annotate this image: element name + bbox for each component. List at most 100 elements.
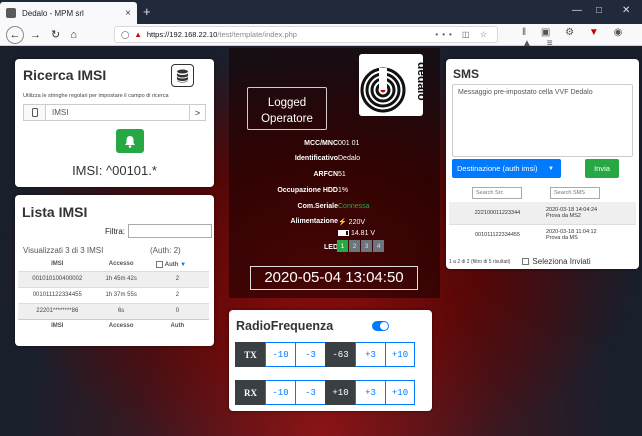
sms-message-textarea[interactable]: Messaggio pre-impostato cella VVF Dedalo — [452, 84, 633, 157]
led-2[interactable]: 2 — [349, 240, 360, 252]
cell-auth: 2 — [145, 270, 209, 287]
search-sms-input[interactable] — [550, 187, 600, 199]
datetime-display: 2020-05-04 13:04:50 — [250, 266, 418, 290]
close-tab-icon[interactable]: × — [125, 8, 131, 19]
page-actions-icon[interactable]: ••• — [435, 30, 455, 39]
led-group: 1 2 3 4 — [337, 240, 385, 252]
table-row[interactable]: 001010100400002 1h 45m 42s 2 — [18, 270, 209, 287]
tx-minus3-button[interactable]: -3 — [295, 342, 325, 367]
sms-src: 222100011223344 — [449, 202, 546, 224]
filter-input[interactable] — [128, 224, 212, 238]
led-1[interactable]: 1 — [337, 240, 348, 252]
ricerca-title: Ricerca IMSI — [23, 67, 107, 83]
sms-table: 222100011223344 2020-03-18 14:04:24 Prova… — [449, 202, 636, 246]
maximize-icon[interactable]: □ — [596, 5, 602, 16]
caret-down-icon: ▼ — [548, 165, 554, 172]
home-icon[interactable]: ⌂ — [70, 29, 77, 41]
alert-button[interactable] — [116, 129, 144, 153]
ac-voltage: 220V — [348, 219, 366, 226]
rx-minus10-button[interactable]: -10 — [265, 380, 295, 405]
list-summary: Visualizzati 3 di 3 IMSI — [23, 246, 104, 255]
address-bar[interactable]: ◯ ▲ https://192.168.22.10 /test/template… — [114, 26, 498, 43]
search-go-button[interactable]: > — [190, 104, 206, 121]
led-3[interactable]: 3 — [361, 240, 372, 252]
sidebar-icon[interactable]: ▣ — [541, 27, 556, 38]
sort-icon[interactable]: ▼ — [180, 262, 186, 268]
ricerca-imsi-card: Ricerca IMSI Utilizza le stringhe regola… — [15, 59, 214, 187]
rf-toggle[interactable] — [372, 321, 389, 331]
url-path: /test/template/index.php — [217, 30, 297, 39]
browser-tab[interactable]: Dedalo - MPM srl × — [0, 2, 137, 24]
sms-row[interactable]: 001011122334455 2020-03-18 11:04:12 Prova… — [449, 223, 636, 246]
battery-icon — [338, 230, 349, 236]
table-row[interactable]: 22201********86 6s 0 — [18, 302, 209, 319]
cell-auth: 2 — [145, 286, 209, 303]
sms-title: SMS — [453, 67, 480, 81]
database-button[interactable] — [171, 64, 194, 87]
sms-body: 2020-03-18 11:04:12 Prova da MS — [546, 223, 636, 246]
rx-label: RX — [235, 380, 265, 405]
back-icon[interactable]: ← — [6, 25, 24, 44]
sms-src: 001011122334455 — [449, 223, 546, 246]
menu-icon[interactable]: ≡ — [547, 38, 559, 49]
col-imsi[interactable]: IMSI — [18, 258, 97, 271]
tx-row: TX -10 -3 -63 +3 +10 — [235, 342, 415, 367]
sms-row[interactable]: 222100011223344 2020-03-18 14:04:24 Prova… — [449, 202, 636, 224]
operator-label: Operatore — [261, 113, 313, 125]
rx-minus3-button[interactable]: -3 — [295, 380, 325, 405]
new-tab-button[interactable]: + — [143, 4, 151, 19]
minimize-icon[interactable]: — — [572, 5, 582, 16]
battery-voltage: 14.81 V — [350, 230, 376, 237]
logged-operator-button[interactable]: Logged Operatore — [247, 87, 327, 130]
database-icon — [177, 69, 188, 82]
account-icon[interactable]: ◉ — [614, 27, 629, 38]
led-4[interactable]: 4 — [373, 240, 384, 252]
info-row-mcc: MCC/MNC 001 01 — [304, 140, 360, 147]
radiofrequenza-card: RadioFrequenza TX -10 -3 -63 +3 +10 RX -… — [229, 310, 432, 411]
select-sent-checkbox[interactable] — [522, 258, 530, 265]
url-host: https://192.168.22.10 — [146, 30, 218, 39]
auth-count: (Auth: 2) — [150, 246, 181, 255]
rx-row: RX -10 -3 +10 +3 +10 — [235, 380, 415, 405]
sms-card: SMS Messaggio pre-impostato cella VVF De… — [446, 59, 639, 269]
tab-title: Dedalo - MPM srl — [22, 8, 84, 18]
tx-label: TX — [235, 342, 265, 367]
lista-title: Lista IMSI — [22, 204, 88, 220]
destination-label: Destinazione (auth imsi) — [457, 164, 538, 173]
phone-icon — [23, 104, 45, 121]
forward-icon[interactable]: → — [30, 29, 41, 41]
tx-plus10-button[interactable]: +10 — [385, 342, 415, 367]
rx-current-value: +10 — [325, 380, 355, 405]
cell-imsi: 22201********86 — [18, 302, 97, 319]
extension-icon[interactable]: ⚙ — [565, 27, 580, 38]
pocket-icon[interactable]: ◫ — [462, 30, 474, 39]
favicon-icon — [6, 8, 16, 18]
dedalo-logo: dedalo — [359, 54, 423, 116]
foot-imsi: IMSI — [18, 318, 97, 333]
search-src-input[interactable] — [472, 187, 522, 199]
shield-extension-icon[interactable]: ▼ — [589, 27, 605, 38]
reload-icon[interactable]: ↻ — [51, 28, 60, 41]
lock-warning-icon: ▲ — [134, 30, 142, 39]
close-window-icon[interactable]: ✕ — [622, 5, 630, 16]
send-button[interactable]: Invia — [585, 159, 619, 178]
rx-plus3-button[interactable]: +3 — [355, 380, 385, 405]
destination-dropdown[interactable]: Destinazione (auth imsi) ▼ — [452, 159, 561, 178]
col-accesso[interactable]: Accesso — [97, 258, 146, 271]
addon-icon[interactable]: ▲ — [522, 38, 538, 49]
sms-footer: 1 a 2 di 2 (filtro di 5 risultati) Selez… — [449, 257, 591, 266]
connection-status: Connessa — [338, 203, 370, 210]
bookmark-star-icon[interactable]: ☆ — [480, 30, 491, 39]
cell-imsi: 001011122334455 — [18, 286, 97, 303]
auth-checkbox[interactable] — [155, 260, 163, 268]
logged-label: Logged — [267, 97, 307, 109]
tx-minus10-button[interactable]: -10 — [265, 342, 295, 367]
col-auth[interactable]: Auth ▼ — [146, 258, 209, 271]
info-row-arfcn: ARFCN 51 — [313, 171, 346, 178]
rx-plus10-button[interactable]: +10 — [385, 380, 415, 405]
library-icon[interactable]: ‖ — [522, 27, 532, 38]
filter-label: Filtra: — [105, 226, 125, 236]
imsi-search-input[interactable] — [45, 104, 190, 121]
table-row[interactable]: 001011122334455 1h 37m 55s 2 — [18, 286, 209, 303]
tx-plus3-button[interactable]: +3 — [355, 342, 385, 367]
